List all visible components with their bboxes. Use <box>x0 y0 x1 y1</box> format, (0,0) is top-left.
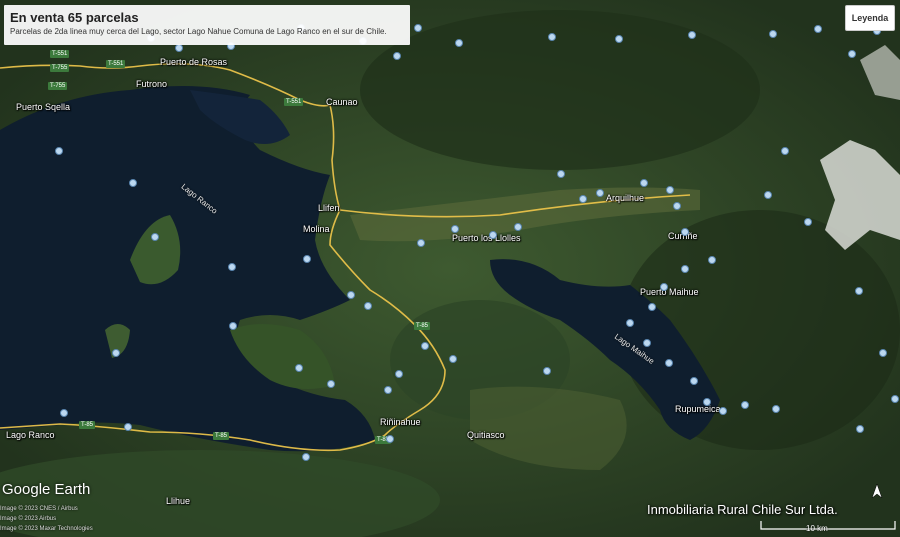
parcel-marker-icon[interactable] <box>129 179 137 187</box>
parcel-marker-icon[interactable] <box>579 195 587 203</box>
parcel-marker-icon[interactable] <box>615 35 623 43</box>
parcel-marker-icon[interactable] <box>690 377 698 385</box>
parcel-marker-icon[interactable] <box>741 401 749 409</box>
parcel-marker-icon[interactable] <box>543 367 551 375</box>
parcel-marker-icon[interactable] <box>55 147 63 155</box>
parcel-marker-icon[interactable] <box>295 364 303 372</box>
parcel-marker-icon[interactable] <box>228 263 236 271</box>
place-label: Arquilhue <box>606 193 645 203</box>
title-panel: En venta 65 parcelas Parcelas de 2da lin… <box>4 5 410 45</box>
place-label: Lago Ranco <box>6 430 55 440</box>
parcel-marker-icon[interactable] <box>781 147 789 155</box>
page-subtitle: Parcelas de 2da linea muy cerca del Lago… <box>10 27 387 36</box>
parcel-marker-icon[interactable] <box>229 322 237 330</box>
parcel-marker-icon[interactable] <box>417 239 425 247</box>
parcel-marker-icon[interactable] <box>848 50 856 58</box>
parcel-marker-icon[interactable] <box>769 30 777 38</box>
parcel-marker-icon[interactable] <box>856 425 864 433</box>
parcel-marker-icon[interactable] <box>879 349 887 357</box>
page-title: En venta 65 parcelas <box>10 10 139 25</box>
parcel-marker-icon[interactable] <box>393 52 401 60</box>
attribution: Image © 2023 Maxar Technologies <box>0 526 93 532</box>
parcel-marker-icon[interactable] <box>648 303 656 311</box>
parcel-marker-icon[interactable] <box>175 44 183 52</box>
parcel-marker-icon[interactable] <box>124 423 132 431</box>
parcel-marker-icon[interactable] <box>548 33 556 41</box>
attribution: Image © 2023 CNES / Airbus <box>0 506 78 512</box>
parcel-marker-icon[interactable] <box>395 370 403 378</box>
parcel-marker-icon[interactable] <box>855 287 863 295</box>
parcel-marker-icon[interactable] <box>719 407 727 415</box>
north-arrow-icon <box>871 484 883 498</box>
satellite-terrain <box>0 0 900 537</box>
parcel-marker-icon[interactable] <box>673 202 681 210</box>
attribution: Image © 2023 Airbus <box>0 516 57 522</box>
place-label: Molina <box>303 224 330 234</box>
company-watermark: Inmobiliaria Rural Chile Sur Ltda. <box>647 502 838 517</box>
parcel-marker-icon[interactable] <box>681 228 689 236</box>
route-badge: T-551 <box>284 98 304 106</box>
parcel-marker-icon[interactable] <box>814 25 822 33</box>
parcel-marker-icon[interactable] <box>640 179 648 187</box>
place-label: Quitiasco <box>467 430 505 440</box>
parcel-marker-icon[interactable] <box>764 191 772 199</box>
parcel-marker-icon[interactable] <box>364 302 372 310</box>
route-badge: T-551 <box>106 60 126 68</box>
route-badge: T-755 <box>48 82 68 90</box>
parcel-marker-icon[interactable] <box>891 395 899 403</box>
parcel-marker-icon[interactable] <box>660 283 668 291</box>
place-label: Riñinahue <box>380 417 421 427</box>
parcel-marker-icon[interactable] <box>455 39 463 47</box>
parcel-marker-icon[interactable] <box>414 24 422 32</box>
parcel-marker-icon[interactable] <box>421 342 429 350</box>
parcel-marker-icon[interactable] <box>772 405 780 413</box>
scale-label: 10 km <box>806 524 828 533</box>
route-badge: T-85 <box>79 421 96 429</box>
parcel-marker-icon[interactable] <box>449 355 457 363</box>
parcel-marker-icon[interactable] <box>703 398 711 406</box>
parcel-marker-icon[interactable] <box>626 319 634 327</box>
parcel-marker-icon[interactable] <box>489 231 497 239</box>
parcel-marker-icon[interactable] <box>665 359 673 367</box>
place-label: Futrono <box>136 79 168 89</box>
route-badge: T-85 <box>414 322 431 330</box>
map-view[interactable]: Lago Ranco Lago Maihue Puerto de Rosas F… <box>0 0 900 537</box>
parcel-marker-icon[interactable] <box>557 170 565 178</box>
parcel-marker-icon[interactable] <box>708 256 716 264</box>
parcel-marker-icon[interactable] <box>451 225 459 233</box>
place-label: Llihue <box>166 496 191 506</box>
parcel-marker-icon[interactable] <box>804 218 812 226</box>
place-label: Llifen <box>318 203 340 213</box>
place-label: Puerto los Llolles <box>452 233 521 243</box>
parcel-marker-icon[interactable] <box>347 291 355 299</box>
place-label: Puerto Sqella <box>16 102 71 112</box>
route-badge: T-551 <box>50 50 70 58</box>
place-label: Puerto de Rosas <box>160 57 228 67</box>
parcel-marker-icon[interactable] <box>112 349 120 357</box>
scale-bar <box>760 521 896 530</box>
route-badge: T-755 <box>50 64 70 72</box>
parcel-marker-icon[interactable] <box>151 233 159 241</box>
parcel-marker-icon[interactable] <box>666 186 674 194</box>
parcel-marker-icon[interactable] <box>643 339 651 347</box>
legend-button[interactable]: Leyenda <box>845 5 895 31</box>
parcel-marker-icon[interactable] <box>596 189 604 197</box>
parcel-marker-icon[interactable] <box>302 453 310 461</box>
parcel-marker-icon[interactable] <box>327 380 335 388</box>
parcel-marker-icon[interactable] <box>681 265 689 273</box>
place-label: Puerto Maihue <box>640 287 699 297</box>
route-badge: T-85 <box>213 432 230 440</box>
place-label: Rupumeica <box>675 404 721 414</box>
place-label: Caunao <box>326 97 358 107</box>
parcel-marker-icon[interactable] <box>303 255 311 263</box>
parcel-marker-icon[interactable] <box>384 386 392 394</box>
parcel-marker-icon[interactable] <box>514 223 522 231</box>
parcel-marker-icon[interactable] <box>60 409 68 417</box>
parcel-marker-icon[interactable] <box>688 31 696 39</box>
google-earth-logo: Google Earth <box>2 481 91 498</box>
parcel-marker-icon[interactable] <box>386 435 394 443</box>
